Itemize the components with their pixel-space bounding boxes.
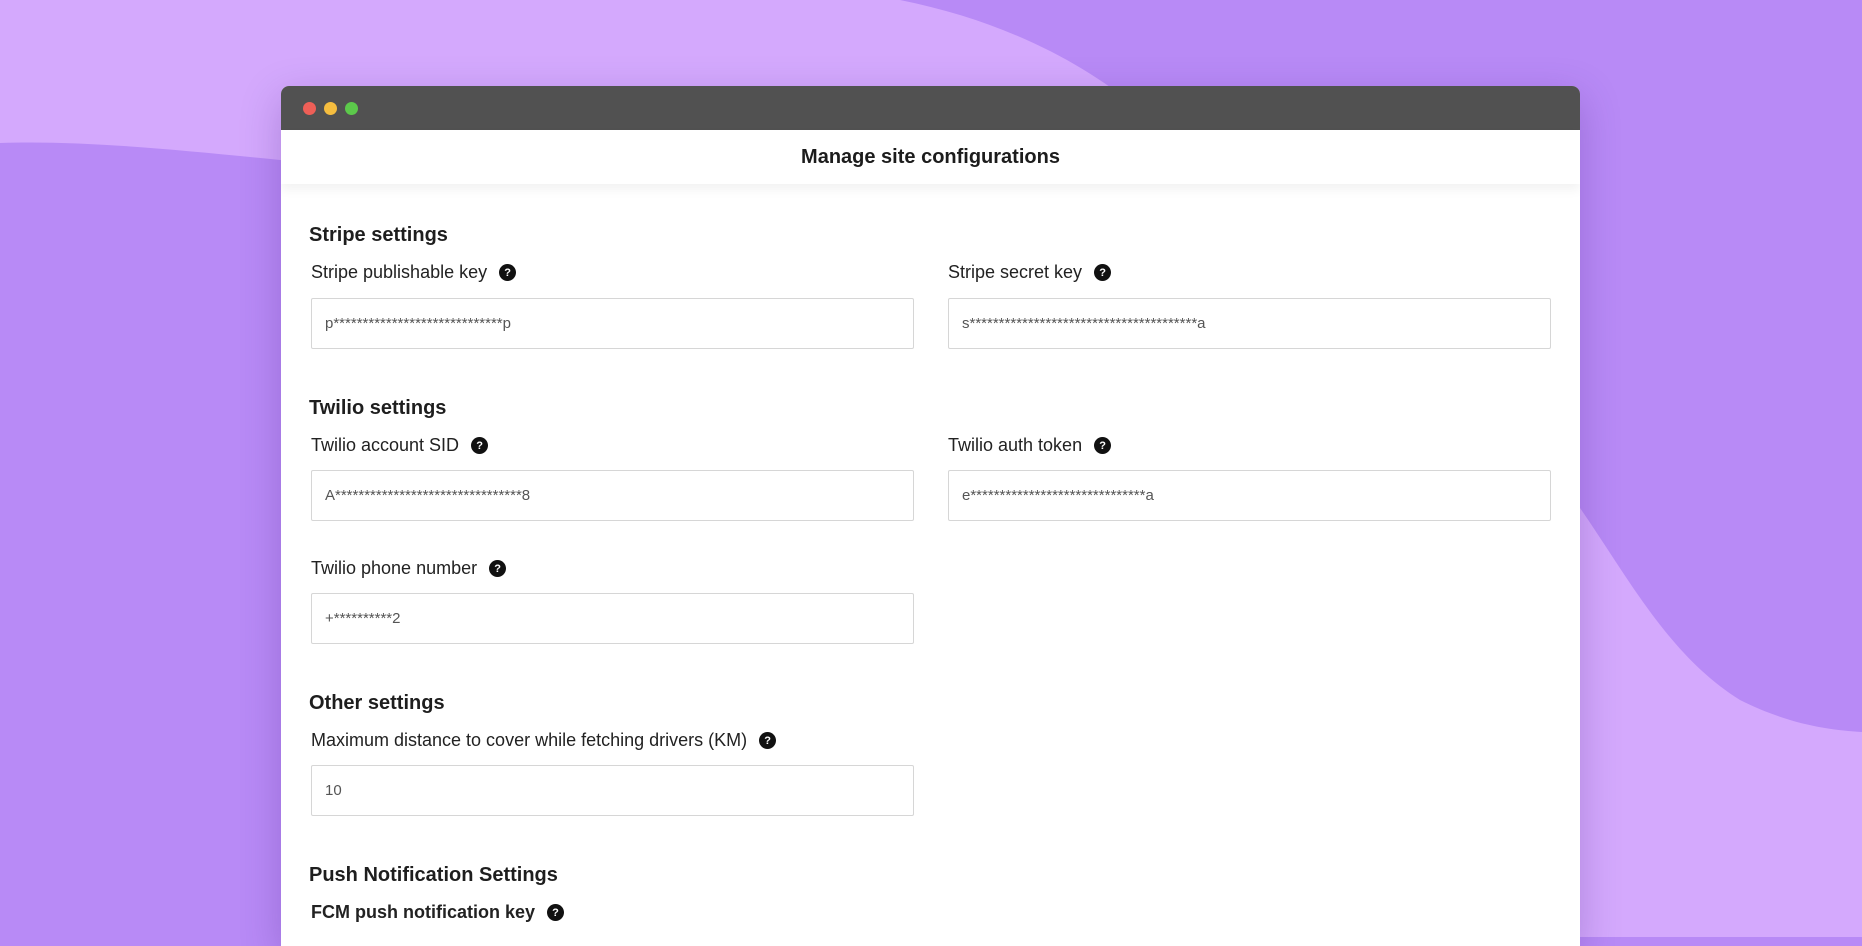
twilio-account-sid-label: Twilio account SID ?	[311, 435, 489, 456]
stripe-secret-key-label: Stripe secret key ?	[948, 262, 1112, 283]
max-distance-label-text: Maximum distance to cover while fetching…	[311, 730, 748, 750]
help-icon[interactable]: ?	[547, 904, 565, 921]
help-icon[interactable]: ?	[759, 732, 777, 749]
stripe-publishable-key-label: Stripe publishable key ?	[311, 262, 517, 283]
window-titlebar	[281, 86, 1580, 130]
stripe-publishable-key-label-text: Stripe publishable key	[311, 262, 488, 282]
browser-window: Manage site configurations Stripe settin…	[281, 86, 1580, 946]
twilio-phone-number-label-text: Twilio phone number	[311, 558, 478, 578]
page-title: Manage site configurations	[281, 130, 1580, 184]
twilio-auth-token-input[interactable]	[948, 470, 1551, 521]
section-title-twilio: Twilio settings	[309, 397, 447, 419]
close-window-button[interactable]	[303, 102, 316, 115]
twilio-auth-token-label: Twilio auth token ?	[948, 435, 1112, 456]
settings-form: Stripe settings Stripe publishable key ?…	[281, 184, 1580, 944]
section-title-stripe: Stripe settings	[309, 224, 448, 246]
maximize-window-button[interactable]	[345, 102, 358, 115]
minimize-window-button[interactable]	[324, 102, 337, 115]
help-icon[interactable]: ?	[489, 560, 507, 577]
twilio-phone-number-label: Twilio phone number ?	[311, 558, 507, 579]
twilio-account-sid-input[interactable]	[311, 470, 914, 521]
fcm-push-key-label: FCM push notification key ?	[311, 902, 565, 923]
max-distance-label: Maximum distance to cover while fetching…	[311, 730, 777, 751]
stripe-secret-key-label-text: Stripe secret key	[948, 262, 1083, 282]
twilio-account-sid-label-text: Twilio account SID	[311, 435, 460, 455]
section-title-other: Other settings	[309, 692, 445, 714]
fcm-push-key-label-text: FCM push notification key	[311, 902, 536, 922]
help-icon[interactable]: ?	[1094, 437, 1112, 454]
help-icon[interactable]: ?	[471, 437, 489, 454]
help-icon[interactable]: ?	[1094, 264, 1112, 281]
section-title-push-notification: Push Notification Settings	[309, 864, 558, 886]
twilio-auth-token-label-text: Twilio auth token	[948, 435, 1083, 455]
help-icon[interactable]: ?	[499, 264, 517, 281]
twilio-phone-number-input[interactable]	[311, 593, 914, 644]
stripe-secret-key-input[interactable]	[948, 298, 1551, 349]
max-distance-input[interactable]	[311, 765, 914, 816]
stripe-publishable-key-input[interactable]	[311, 298, 914, 349]
